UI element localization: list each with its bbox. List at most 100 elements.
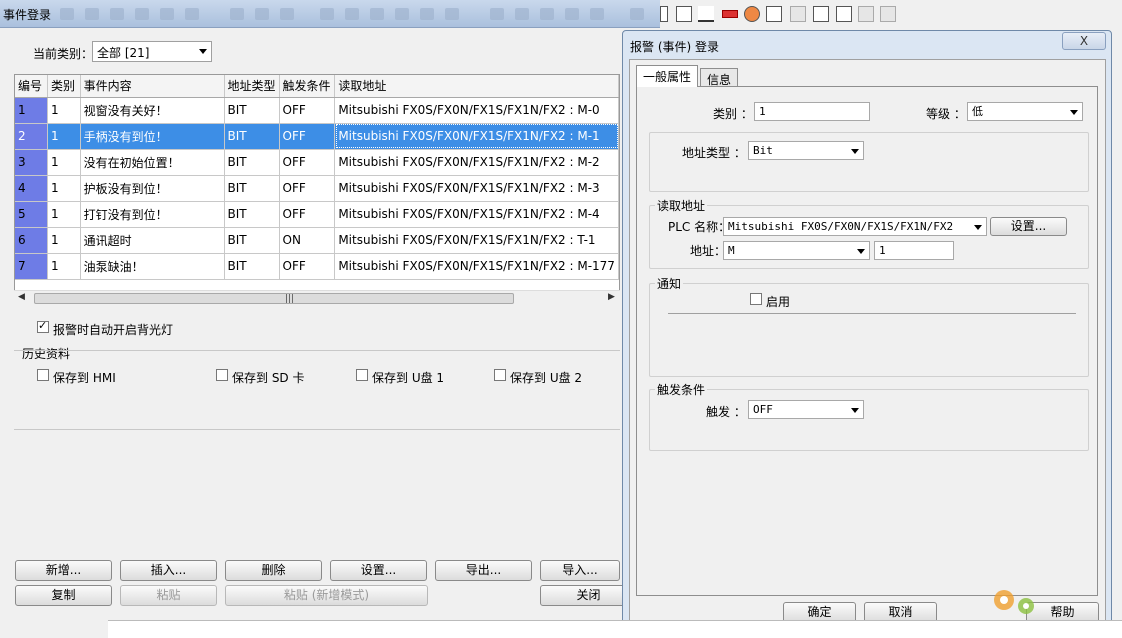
column-header-index[interactable]: 编号 bbox=[15, 75, 49, 98]
notification-group: 通知 启用 bbox=[649, 275, 1089, 377]
watermark-logo bbox=[994, 590, 1034, 614]
tab-general[interactable]: 一般属性 bbox=[636, 65, 699, 87]
cell-read-address: Mitsubishi FX0S/FX0N/FX1S/FX1N/FX2 : M-4 bbox=[334, 201, 619, 228]
insert-button[interactable]: 插入... bbox=[120, 560, 217, 581]
toolbar-ghost-icon bbox=[135, 8, 149, 20]
cell-content: 护板没有到位！ bbox=[80, 175, 225, 202]
delete-button[interactable]: 删除 bbox=[225, 560, 322, 581]
copy-tool-icon[interactable] bbox=[836, 6, 852, 22]
cell-read-address: Mitsubishi FX0S/FX0N/FX1S/FX1N/FX2 : T-1 bbox=[334, 227, 619, 254]
trigger-value: OFF bbox=[753, 403, 773, 416]
toolbar-ghost-icon bbox=[420, 8, 434, 20]
save-usb2-checkbox[interactable] bbox=[494, 369, 506, 381]
chevron-down-icon bbox=[1070, 110, 1078, 115]
new-button[interactable]: 新增... bbox=[15, 560, 112, 581]
save-usb2-label: 保存到 U盘 2 bbox=[510, 371, 583, 385]
close-icon[interactable]: X bbox=[1062, 32, 1106, 50]
plc-settings-button[interactable]: 设置... bbox=[990, 217, 1067, 236]
address-type-select[interactable]: Bit bbox=[748, 141, 864, 160]
category-field[interactable]: 1 bbox=[754, 102, 870, 121]
toolbar-ghost-icon bbox=[85, 8, 99, 20]
tab-info[interactable]: 信息 bbox=[700, 68, 739, 88]
list-icon[interactable] bbox=[813, 6, 829, 22]
main-toolbar bbox=[660, 0, 1122, 28]
alarm-event-dialog: 报警 (事件) 登录 X 一般属性 信息 类别 ： 1 等级 ： 低 地址类型 … bbox=[622, 30, 1112, 634]
toolbar-ghost-icon bbox=[370, 8, 384, 20]
recipe-icon[interactable] bbox=[766, 6, 782, 22]
table-row[interactable]: 3 1 没有在初始位置！ BIT OFF Mitsubishi FX0S/FX0… bbox=[15, 149, 619, 176]
dialog-title: 报警 (事件) 登录 bbox=[630, 40, 719, 54]
paste-new-button[interactable]: 粘贴 (新增模式) bbox=[225, 585, 428, 606]
cell-address-type: BIT bbox=[224, 123, 280, 150]
address-value-field[interactable]: 1 bbox=[874, 241, 954, 260]
toolbar-ghost-icon bbox=[590, 8, 604, 20]
cell-index: 1 bbox=[15, 97, 49, 124]
table-row-selected[interactable]: 2 1 手柄没有到位！ BIT OFF Mitsubishi FX0S/FX0N… bbox=[15, 123, 619, 150]
cell-category: 1 bbox=[47, 123, 81, 150]
toolbar-ghost-icon bbox=[630, 8, 644, 20]
cell-trigger: OFF bbox=[279, 201, 336, 228]
table-row[interactable]: 1 1 视窗没有关好！ BIT OFF Mitsubishi FX0S/FX0N… bbox=[15, 97, 619, 124]
chevron-down-icon bbox=[851, 408, 859, 413]
enable-checkbox[interactable] bbox=[750, 293, 762, 305]
scrollbar-thumb[interactable]: ||| bbox=[34, 293, 514, 304]
address-device-select[interactable]: M bbox=[723, 241, 870, 260]
toolbar-ghost-icon bbox=[60, 8, 74, 20]
table-row[interactable]: 6 1 通讯超时 BIT ON Mitsubishi FX0S/FX0N/FX1… bbox=[15, 227, 619, 254]
settings-button[interactable]: 设置... bbox=[330, 560, 427, 581]
trigger-select[interactable]: OFF bbox=[748, 400, 864, 419]
level-select[interactable]: 低 bbox=[967, 102, 1083, 121]
column-header-address-type[interactable]: 地址类型 bbox=[224, 75, 280, 98]
cell-trigger: ON bbox=[279, 227, 336, 254]
trend-icon[interactable] bbox=[698, 6, 714, 22]
cell-address-type: BIT bbox=[224, 201, 280, 228]
backlight-checkbox[interactable] bbox=[37, 319, 49, 333]
column-header-content[interactable]: 事件内容 bbox=[80, 75, 225, 98]
cell-content: 视窗没有关好！ bbox=[80, 97, 225, 124]
save-usb1-checkbox[interactable] bbox=[356, 369, 368, 381]
grip-icon: ||| bbox=[285, 294, 295, 304]
column-header-trigger[interactable]: 触发条件 bbox=[279, 75, 336, 98]
horizontal-scrollbar[interactable]: ◀ ||| ▶ bbox=[14, 290, 620, 306]
dialog-body: 一般属性 信息 类别 ： 1 等级 ： 低 地址类型 ： Bit 读取地址 PL… bbox=[629, 59, 1106, 629]
trigger-group: 触发条件 触发 ： OFF bbox=[649, 381, 1089, 451]
import-button[interactable]: 导入... bbox=[540, 560, 620, 581]
cell-address-type: BIT bbox=[224, 227, 280, 254]
plc-name-select[interactable]: Mitsubishi FX0S/FX0N/FX1S/FX1N/FX2 bbox=[723, 217, 987, 236]
toolbar-ghost-icon bbox=[490, 8, 504, 20]
export-button[interactable]: 导出... bbox=[435, 560, 532, 581]
save-hmi-checkbox[interactable] bbox=[37, 369, 49, 381]
plc-name-label: PLC 名称： bbox=[668, 220, 731, 234]
plc-name-value: Mitsubishi FX0S/FX0N/FX1S/FX1N/FX2 bbox=[728, 220, 954, 233]
toolbar-ghost-icon bbox=[515, 8, 529, 20]
category-select-value: 全部 [21] bbox=[97, 46, 150, 60]
save-sd-checkbox[interactable] bbox=[216, 369, 228, 381]
scroll-right-icon[interactable]: ▶ bbox=[608, 292, 615, 302]
toolbar-ghost-icon bbox=[540, 8, 554, 20]
alarm-bar-icon[interactable] bbox=[722, 10, 738, 18]
cell-index: 3 bbox=[15, 149, 49, 176]
column-header-read-address[interactable]: 读取地址 bbox=[334, 75, 619, 98]
toolbar-ghost-icon bbox=[395, 8, 409, 20]
event-login-window: 事件登录 当前类别： 全部 [21] 编号 类别 事件内容 地址类型 触发条件 … bbox=[0, 0, 660, 638]
table-row[interactable]: 5 1 打钉没有到位！ BIT OFF Mitsubishi FX0S/FX0N… bbox=[15, 201, 619, 228]
status-bar bbox=[108, 620, 1122, 638]
history-group bbox=[14, 350, 620, 430]
cell-trigger: OFF bbox=[279, 123, 336, 150]
window-title: 事件登录 bbox=[3, 8, 52, 22]
cell-trigger: OFF bbox=[279, 97, 336, 124]
paste-button[interactable]: 粘贴 bbox=[120, 585, 217, 606]
table-row[interactable]: 4 1 护板没有到位！ BIT OFF Mitsubishi FX0S/FX0N… bbox=[15, 175, 619, 202]
category-select[interactable]: 全部 [21] bbox=[92, 41, 212, 62]
event-icon[interactable] bbox=[744, 6, 760, 22]
address-label: 地址： bbox=[690, 244, 727, 258]
copy-button[interactable]: 复制 bbox=[15, 585, 112, 606]
read-address-title: 读取地址 bbox=[655, 197, 708, 214]
cell-category: 1 bbox=[47, 97, 81, 124]
scroll-left-icon[interactable]: ◀ bbox=[18, 292, 25, 302]
read-address-group: 读取地址 PLC 名称： Mitsubishi FX0S/FX0N/FX1S/F… bbox=[649, 197, 1089, 269]
table-row[interactable]: 7 1 油泵缺油！ BIT OFF Mitsubishi FX0S/FX0N/F… bbox=[15, 253, 619, 280]
column-header-category[interactable]: 类别 bbox=[47, 75, 81, 98]
table-icon[interactable] bbox=[660, 6, 668, 22]
picture-icon[interactable] bbox=[676, 6, 692, 22]
